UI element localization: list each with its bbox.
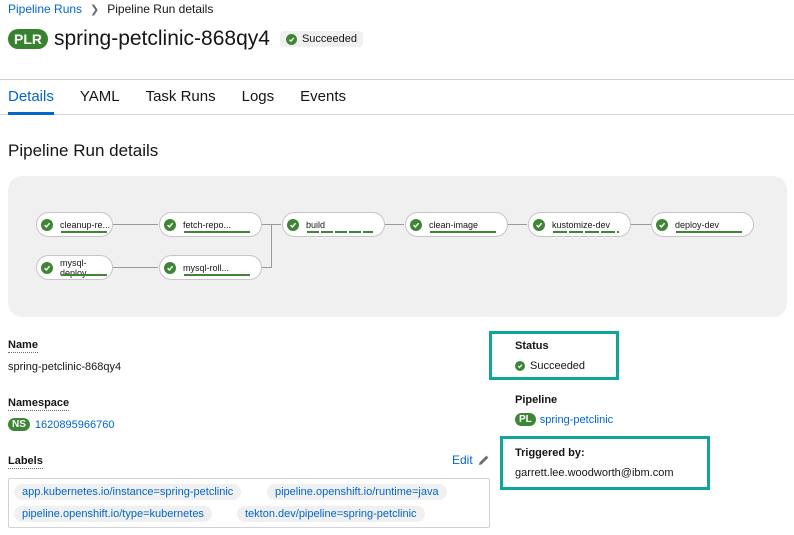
tab-bar: Details YAML Task Runs Logs Events xyxy=(0,80,794,115)
task-progress-bar xyxy=(430,231,496,233)
task-progress-bar xyxy=(184,274,250,276)
task-node-clean-image[interactable]: clean-image xyxy=(405,212,508,237)
task-node-label: clean-image xyxy=(429,219,479,230)
graph-connector xyxy=(271,224,272,268)
task-progress-bar xyxy=(61,231,107,233)
task-node-label: fetch-repo... xyxy=(183,219,232,230)
page-header: PLR spring-petclinic-868qy4 Succeeded xyxy=(8,27,363,51)
name-label: Name xyxy=(8,339,38,353)
triggered-by-label: Triggered by: xyxy=(515,447,585,459)
task-progress-bar xyxy=(61,274,107,276)
namespace-value: NS 1620895966760 xyxy=(8,418,114,431)
task-node-mysql-deploy[interactable]: mysql-deploy xyxy=(36,255,113,280)
graph-connector xyxy=(507,224,527,225)
check-circle-icon xyxy=(164,261,176,274)
breadcrumb: Pipeline Runs ❯ Pipeline Run details xyxy=(8,2,213,16)
check-circle-icon xyxy=(41,261,53,274)
tab-task-runs[interactable]: Task Runs xyxy=(146,80,216,114)
section-title: Pipeline Run details xyxy=(8,141,159,160)
task-node-cleanup[interactable]: cleanup-re... xyxy=(36,212,113,237)
task-progress-bar xyxy=(676,231,742,233)
status-label: Status xyxy=(515,340,549,352)
chevron-right-icon: ❯ xyxy=(90,3,100,16)
check-circle-icon xyxy=(285,33,297,45)
status-highlight-box xyxy=(489,331,619,380)
edit-labels-button[interactable]: Edit xyxy=(452,453,490,467)
check-circle-icon xyxy=(656,218,668,231)
task-progress-bar xyxy=(307,231,373,233)
status-value-label: Succeeded xyxy=(530,360,586,372)
tab-details[interactable]: Details xyxy=(8,80,54,115)
label-chip[interactable]: pipeline.openshift.io/type=kubernetes xyxy=(14,506,212,522)
label-chip[interactable]: app.kubernetes.io/instance=spring-petcli… xyxy=(14,484,242,500)
check-circle-icon xyxy=(287,218,299,231)
tab-logs[interactable]: Logs xyxy=(242,80,275,114)
task-progress-bar xyxy=(184,231,250,233)
graph-connector xyxy=(112,267,158,268)
label-chip[interactable]: tekton.dev/pipeline=spring-petclinic xyxy=(237,506,425,522)
pipeline-run-badge: PLR xyxy=(8,29,48,49)
check-circle-icon xyxy=(410,218,422,231)
tab-yaml[interactable]: YAML xyxy=(80,80,120,114)
namespace-label: Namespace xyxy=(8,397,70,411)
pipeline-value: PL spring-petclinic xyxy=(515,413,613,426)
pencil-icon xyxy=(478,454,490,466)
graph-connector xyxy=(261,267,271,268)
status-badge: Succeeded xyxy=(279,31,363,47)
task-node-label: kustomize-dev xyxy=(552,219,611,230)
breadcrumb-current: Pipeline Run details xyxy=(107,2,214,16)
task-node-label: cleanup-re... xyxy=(60,219,111,230)
pipeline-badge: PL xyxy=(515,413,536,426)
task-node-mysql-rollout[interactable]: mysql-roll... xyxy=(159,255,262,280)
task-progress-bar xyxy=(553,231,619,233)
check-circle-icon xyxy=(515,361,525,371)
status-badge-label: Succeeded xyxy=(301,33,357,45)
page-title: spring-petclinic-868qy4 xyxy=(54,27,270,50)
labels-label: Labels xyxy=(8,455,43,469)
task-node-fetch-repo[interactable]: fetch-repo... xyxy=(159,212,262,237)
edit-labels-label: Edit xyxy=(452,453,473,467)
check-circle-icon xyxy=(41,218,53,231)
task-node-build[interactable]: build xyxy=(282,212,385,237)
name-value: spring-petclinic-868qy4 xyxy=(8,361,122,373)
task-node-label: build xyxy=(306,219,326,230)
task-node-label: mysql-roll... xyxy=(183,262,230,273)
pipeline-link[interactable]: spring-petclinic xyxy=(540,414,613,426)
check-circle-icon xyxy=(164,218,176,231)
namespace-link[interactable]: 1620895966760 xyxy=(35,419,115,431)
task-node-kustomize-dev[interactable]: kustomize-dev xyxy=(528,212,631,237)
task-node-label: deploy-dev xyxy=(675,219,720,230)
namespace-badge: NS xyxy=(8,418,30,431)
label-chip[interactable]: pipeline.openshift.io/runtime=java xyxy=(267,484,447,500)
tab-events[interactable]: Events xyxy=(300,80,346,114)
labels-box: app.kubernetes.io/instance=spring-petcli… xyxy=(8,478,490,528)
graph-connector xyxy=(630,224,651,225)
task-node-deploy-dev[interactable]: deploy-dev xyxy=(651,212,754,237)
graph-connector xyxy=(384,224,404,225)
pipeline-label: Pipeline xyxy=(515,394,558,406)
triggered-by-value: garrett.lee.woodworth@ibm.com xyxy=(515,467,674,479)
check-circle-icon xyxy=(533,218,545,231)
graph-connector xyxy=(112,224,158,225)
status-value: Succeeded xyxy=(515,360,585,372)
breadcrumb-pipeline-runs-link[interactable]: Pipeline Runs xyxy=(8,2,82,16)
pipeline-graph: cleanup-re... fetch-repo... build clean-… xyxy=(8,176,787,317)
triggered-highlight-box xyxy=(500,436,710,490)
